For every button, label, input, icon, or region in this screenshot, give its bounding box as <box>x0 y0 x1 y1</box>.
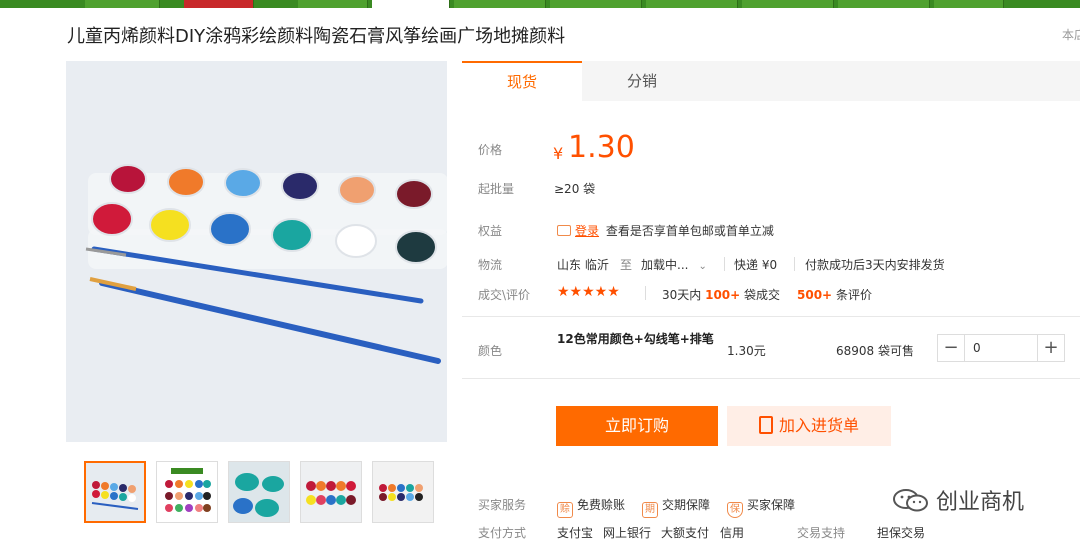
add-to-cart-button[interactable]: 加入进货单 <box>727 406 891 446</box>
ship-to-select[interactable]: 加载中... ⌄ <box>641 256 707 273</box>
tab-in-stock[interactable]: 现货 <box>462 61 582 101</box>
calendar-icon: 期 <box>642 502 658 518</box>
payment-method: 支付宝 <box>557 526 594 540</box>
top-nav-tab[interactable] <box>298 0 368 8</box>
service-item[interactable]: 期交期保障 <box>642 496 710 518</box>
ship-to-value: 加载中... <box>641 258 689 272</box>
chevron-down-icon: ⌄ <box>698 261 707 272</box>
benefit-text: 查看是否享首单包邮或首单立减 <box>605 224 774 238</box>
sku-stock: 68908 袋可售 <box>836 344 914 358</box>
top-nav-strip <box>0 0 1080 8</box>
payment-method: 大额支付 <box>661 526 710 540</box>
section-divider <box>462 316 1080 317</box>
deals-suffix: 袋成交 <box>744 288 781 302</box>
buy-now-button[interactable]: 立即订购 <box>556 406 718 446</box>
coupon-icon <box>557 225 571 236</box>
price-value: 1.30 <box>568 130 635 165</box>
divider <box>645 286 646 300</box>
price-currency: ¥ <box>553 144 564 163</box>
paint-set-illustration <box>66 61 447 442</box>
add-to-cart-label: 加入进货单 <box>778 416 859 435</box>
service-item[interactable]: 赊免费赊账 <box>557 496 625 518</box>
moq-label: 起批量 <box>478 182 515 196</box>
top-nav-tab[interactable] <box>646 0 738 8</box>
sku-name: 12色常用颜色+勾线笔+排笔 <box>557 332 714 346</box>
thumbnail-5[interactable] <box>372 461 434 523</box>
payment-method: 网上银行 <box>603 526 652 540</box>
ship-from: 山东 临沂 <box>557 258 609 272</box>
thumbnail-strip <box>84 461 434 523</box>
trade-label: 成交\评价 <box>478 288 531 302</box>
benefit-label: 权益 <box>478 224 503 238</box>
express-fee: 快递 ¥0 <box>734 258 778 272</box>
product-title: 儿童丙烯颜料DIY涂鸦彩绘颜料陶瓷石膏风筝绘画广场地摊颜料 <box>67 26 566 47</box>
trade-support-label: 交易支持 <box>797 526 846 540</box>
reviews-count: 500+ <box>797 288 833 302</box>
top-nav-tab[interactable] <box>934 0 1004 8</box>
deals-summary[interactable]: 30天内 100+ 袋成交 <box>662 286 780 303</box>
decrement-button[interactable]: − <box>938 335 964 361</box>
top-nav-tab[interactable] <box>454 0 546 8</box>
divider <box>724 257 725 271</box>
benefit-row: 登录 查看是否享首单包邮或首单立减 <box>557 222 774 239</box>
tab-distribution[interactable]: 分销 <box>582 61 702 101</box>
main-product-image[interactable] <box>66 61 447 442</box>
login-link[interactable]: 登录 <box>575 224 599 238</box>
top-nav-tab-active[interactable] <box>372 0 450 8</box>
payment-label: 支付方式 <box>478 526 527 540</box>
ship-to-label: 至 <box>620 258 633 272</box>
top-nav-tab[interactable] <box>838 0 930 8</box>
price-label: 价格 <box>478 143 503 157</box>
ship-note: 付款成功后3天内安排发货 <box>805 258 945 272</box>
service-label: 交期保障 <box>662 498 711 512</box>
watermark-text: 创业商机 <box>936 490 1025 515</box>
service-item[interactable]: 保买家保障 <box>727 496 795 518</box>
quantity-input[interactable]: 0 <box>964 335 1038 361</box>
top-nav-tab[interactable] <box>85 0 160 8</box>
moq-value: ≥20 袋 <box>554 182 596 196</box>
logistics-label: 物流 <box>478 258 503 272</box>
sku-price: 1.30元 <box>727 344 766 358</box>
section-divider <box>462 378 1080 379</box>
divider <box>794 257 795 271</box>
deals-period: 30天内 <box>662 288 702 302</box>
reviews-summary[interactable]: 500+ 条评价 <box>797 286 872 303</box>
thumbnail-4[interactable] <box>300 461 362 523</box>
service-label: 买家保障 <box>747 498 796 512</box>
trade-support-value: 担保交易 <box>877 526 926 540</box>
clipboard-icon <box>758 416 773 434</box>
wechat-icon <box>893 489 928 512</box>
services-label: 买家服务 <box>478 498 527 512</box>
deals-count: 100+ <box>705 288 741 302</box>
thumbnail-1[interactable] <box>84 461 146 523</box>
payment-method: 信用 <box>720 526 745 540</box>
shield-icon: 保 <box>727 502 743 518</box>
store-link[interactable]: 本店 <box>1062 26 1080 43</box>
credit-icon: 赊 <box>557 502 573 518</box>
quantity-stepper: − 0 + <box>937 334 1065 362</box>
sku-label: 颜色 <box>478 344 503 358</box>
thumbnail-2[interactable] <box>156 461 218 523</box>
purchase-mode-tabs: 现货 分销 <box>462 61 1080 101</box>
top-nav-tab[interactable] <box>742 0 834 8</box>
top-nav-tab-brand[interactable] <box>184 0 254 8</box>
thumbnail-3[interactable] <box>228 461 290 523</box>
service-label: 免费赊账 <box>577 498 626 512</box>
increment-button[interactable]: + <box>1038 335 1064 361</box>
reviews-suffix: 条评价 <box>835 288 872 302</box>
top-nav-tab[interactable] <box>550 0 642 8</box>
rating-stars[interactable]: ★★★★★ <box>557 284 620 300</box>
